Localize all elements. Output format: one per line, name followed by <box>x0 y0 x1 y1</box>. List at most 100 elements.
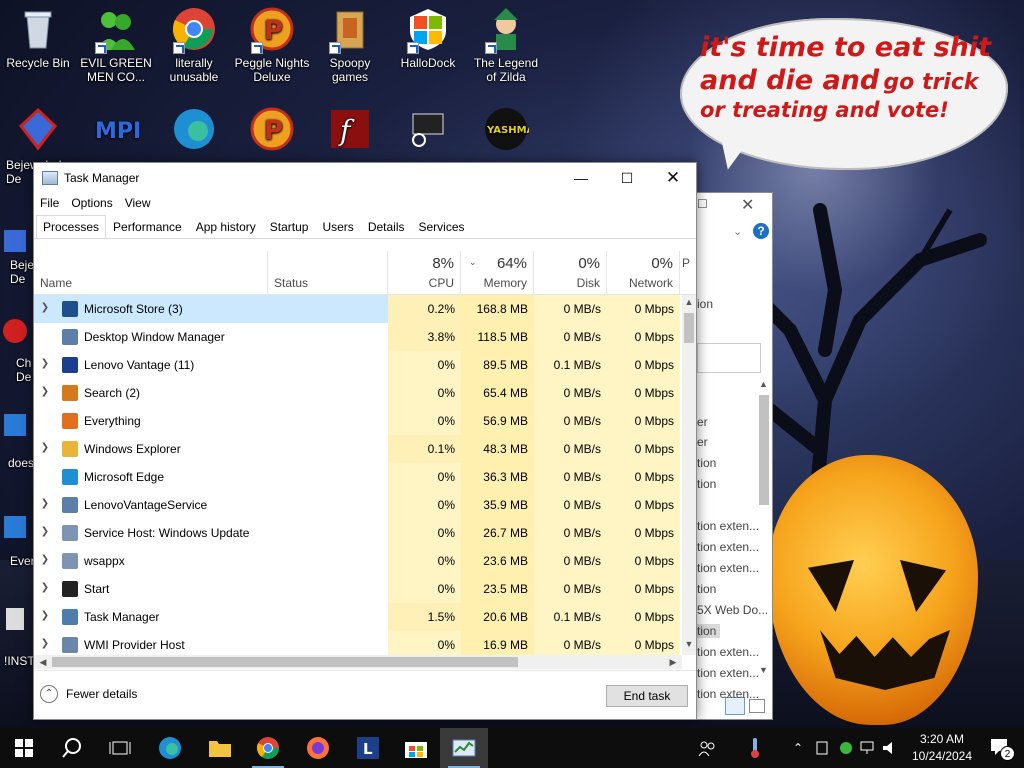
desktop-icon-yashma[interactable]: YASHMA <box>468 106 544 156</box>
desktop-icon-bejeweled[interactable] <box>0 106 76 156</box>
scroll-right-icon[interactable]: ▶ <box>666 655 680 669</box>
tab-startup[interactable]: Startup <box>263 215 316 238</box>
background-list-item[interactable]: tion exten... <box>697 687 763 701</box>
tray-app-icon[interactable] <box>810 728 834 768</box>
start-button[interactable] <box>0 728 48 768</box>
taskbar-file-explorer[interactable] <box>196 728 244 768</box>
menu-options[interactable]: Options <box>71 196 112 210</box>
scroll-up-icon[interactable]: ▲ <box>759 379 768 389</box>
background-list-item[interactable]: tion exten... <box>697 666 763 680</box>
scroll-down-icon[interactable]: ▼ <box>682 639 696 653</box>
background-list-item[interactable]: 5X Web Do... <box>697 603 772 617</box>
fewer-details-button[interactable]: ⌃ Fewer details <box>40 685 137 703</box>
title-bar[interactable]: Task Manager — ☐ ✕ <box>34 163 696 193</box>
table-row[interactable]: ❯ Microsoft Store (3) 0.2% 168.8 MB 0 MB/s 0 … <box>34 295 682 323</box>
task-view-button[interactable] <box>96 728 144 768</box>
table-row[interactable]: ❯ Windows Explorer 0.1% 48.3 MB 0 MB/s 0 Mbps <box>34 435 682 463</box>
table-row[interactable]: ❯ Service Host: Windows Update 0% 26.7 MB 0 … <box>34 519 682 547</box>
menu-file[interactable]: File <box>40 196 59 210</box>
expand-chevron-icon[interactable]: ❯ <box>38 442 52 453</box>
desktop-icon-hallodock[interactable]: HalloDock <box>390 6 466 70</box>
background-window[interactable]: ☐ ✕ ⌄ ? ▲ ▼ ion er er tion tion tion exten...… <box>697 192 773 720</box>
table-row[interactable]: ❯ WMI Provider Host 0% 16.9 MB 0 MB/s 0 Mbps <box>34 631 682 655</box>
background-list-item[interactable]: tion <box>697 624 721 638</box>
table-row[interactable]: Everything 0% 56.9 MB 0 MB/s 0 Mbps <box>34 407 682 435</box>
search-button[interactable] <box>48 728 96 768</box>
background-list-item[interactable]: tion exten... <box>697 561 763 575</box>
table-row[interactable]: Microsoft Edge 0% 36.3 MB 0 MB/s 0 Mbps <box>34 463 682 491</box>
table-row[interactable]: ❯ Lenovo Vantage (11) 0% 89.5 MB 0.1 MB/s 0 M… <box>34 351 682 379</box>
expand-chevron-icon[interactable]: ❯ <box>38 358 52 369</box>
horizontal-scrollbar[interactable]: ◀ ▶ <box>34 655 682 669</box>
desktop-icon-flash[interactable]: f <box>312 106 388 156</box>
column-header-name[interactable]: Name <box>34 251 268 295</box>
tab-details[interactable]: Details <box>361 215 412 238</box>
background-list-item[interactable]: tion <box>697 456 720 470</box>
tab-users[interactable]: Users <box>315 215 360 238</box>
expand-chevron-icon[interactable]: ❯ <box>38 582 52 593</box>
desktop-icon-legend-of-zilda[interactable]: The Legend of Zilda <box>468 6 544 84</box>
expand-chevron-icon[interactable]: ❯ <box>38 554 52 565</box>
thermometer-icon[interactable] <box>742 728 768 768</box>
desktop-icon-recycle-bin[interactable]: Recycle Bin <box>0 6 76 70</box>
column-header-network[interactable]: 0% Network <box>607 251 680 295</box>
tab-services[interactable]: Services <box>412 215 472 238</box>
scrollbar-thumb[interactable] <box>52 657 518 667</box>
background-list-item[interactable]: er <box>697 415 712 429</box>
close-icon[interactable]: ✕ <box>741 195 754 215</box>
expand-chevron-icon[interactable]: ❯ <box>38 610 52 621</box>
desktop-icon-peggle-2[interactable]: P <box>234 106 310 156</box>
maximize-button[interactable]: ☐ <box>604 163 650 193</box>
taskbar-task-manager[interactable] <box>440 728 488 768</box>
column-header-disk[interactable]: 0% Disk <box>534 251 607 295</box>
task-manager-window[interactable]: Task Manager — ☐ ✕ File Options View Pro… <box>33 162 697 720</box>
column-header-cpu[interactable]: 8% CPU <box>388 251 461 295</box>
expand-chevron-icon[interactable]: ❯ <box>38 638 52 649</box>
desktop-icon-mpl[interactable]: MPL <box>78 106 154 156</box>
tab-performance[interactable]: Performance <box>106 215 189 238</box>
expand-chevron-icon[interactable]: ❯ <box>38 498 52 509</box>
end-task-button[interactable]: End task <box>606 685 688 707</box>
expand-chevron-icon[interactable]: ❯ <box>38 526 52 537</box>
maximize-icon[interactable]: ☐ <box>697 197 708 211</box>
background-list-item[interactable]: tion <box>697 582 720 596</box>
show-hidden-icons-chevron[interactable]: ⌃ <box>788 728 808 768</box>
taskbar-microsoft-store[interactable] <box>392 728 440 768</box>
close-button[interactable]: ✕ <box>650 163 696 193</box>
background-search-box[interactable] <box>697 343 761 373</box>
column-header-power[interactable]: P <box>680 251 696 295</box>
scrollbar-thumb[interactable] <box>684 313 694 343</box>
expand-chevron-icon[interactable]: ❯ <box>38 302 52 313</box>
help-icon[interactable]: ? <box>753 223 769 239</box>
tab-app-history[interactable]: App history <box>189 215 263 238</box>
scroll-left-icon[interactable]: ◀ <box>36 655 50 669</box>
table-row[interactable]: ❯ Task Manager 1.5% 20.6 MB 0.1 MB/s 0 Mbps <box>34 603 682 631</box>
tiles-view-icon[interactable] <box>749 699 765 713</box>
desktop-icon-network-shortcut[interactable] <box>390 106 466 156</box>
system-clock[interactable]: 3:20 AM 10/24/2024 <box>905 731 979 765</box>
tray-green-app-icon[interactable] <box>834 728 858 768</box>
scroll-up-icon[interactable]: ▲ <box>682 297 696 311</box>
background-scrollbar-thumb[interactable] <box>759 395 769 505</box>
desktop-icon-evil-green-men[interactable]: EVIL GREEN MEN CO... <box>78 6 154 84</box>
table-row[interactable]: ❯ Search (2) ⚭0%65.4 MB0 MB/s0 Mbps <box>34 379 682 407</box>
vertical-scrollbar[interactable]: ▲ ▼ <box>682 295 696 655</box>
expand-chevron-icon[interactable]: ❯ <box>38 386 52 397</box>
background-list-item[interactable]: tion exten... <box>697 540 763 554</box>
background-list-item[interactable]: tion exten... <box>697 519 763 533</box>
background-list-item[interactable]: ion <box>697 297 717 311</box>
taskbar-chrome[interactable] <box>244 728 292 768</box>
network-icon[interactable] <box>858 728 880 768</box>
menu-view[interactable]: View <box>125 196 151 210</box>
taskbar-lenovo-vantage[interactable]: L <box>344 728 392 768</box>
desktop-icon-edge[interactable] <box>156 106 232 156</box>
background-list-item[interactable]: tion exten... <box>697 645 763 659</box>
volume-icon[interactable] <box>880 728 902 768</box>
table-row[interactable]: Desktop Window Manager 3.8% 118.5 MB 0 MB/s… <box>34 323 682 351</box>
taskbar-firefox[interactable] <box>294 728 342 768</box>
taskbar-edge[interactable] <box>146 728 194 768</box>
background-list-item[interactable]: tion <box>697 477 720 491</box>
background-list-item[interactable]: er <box>697 435 712 449</box>
table-row[interactable]: ❯ wsappx 0% 23.6 MB 0 MB/s 0 Mbps <box>34 547 682 575</box>
desktop-icon-literally-unusable[interactable]: literally unusable <box>156 6 232 84</box>
